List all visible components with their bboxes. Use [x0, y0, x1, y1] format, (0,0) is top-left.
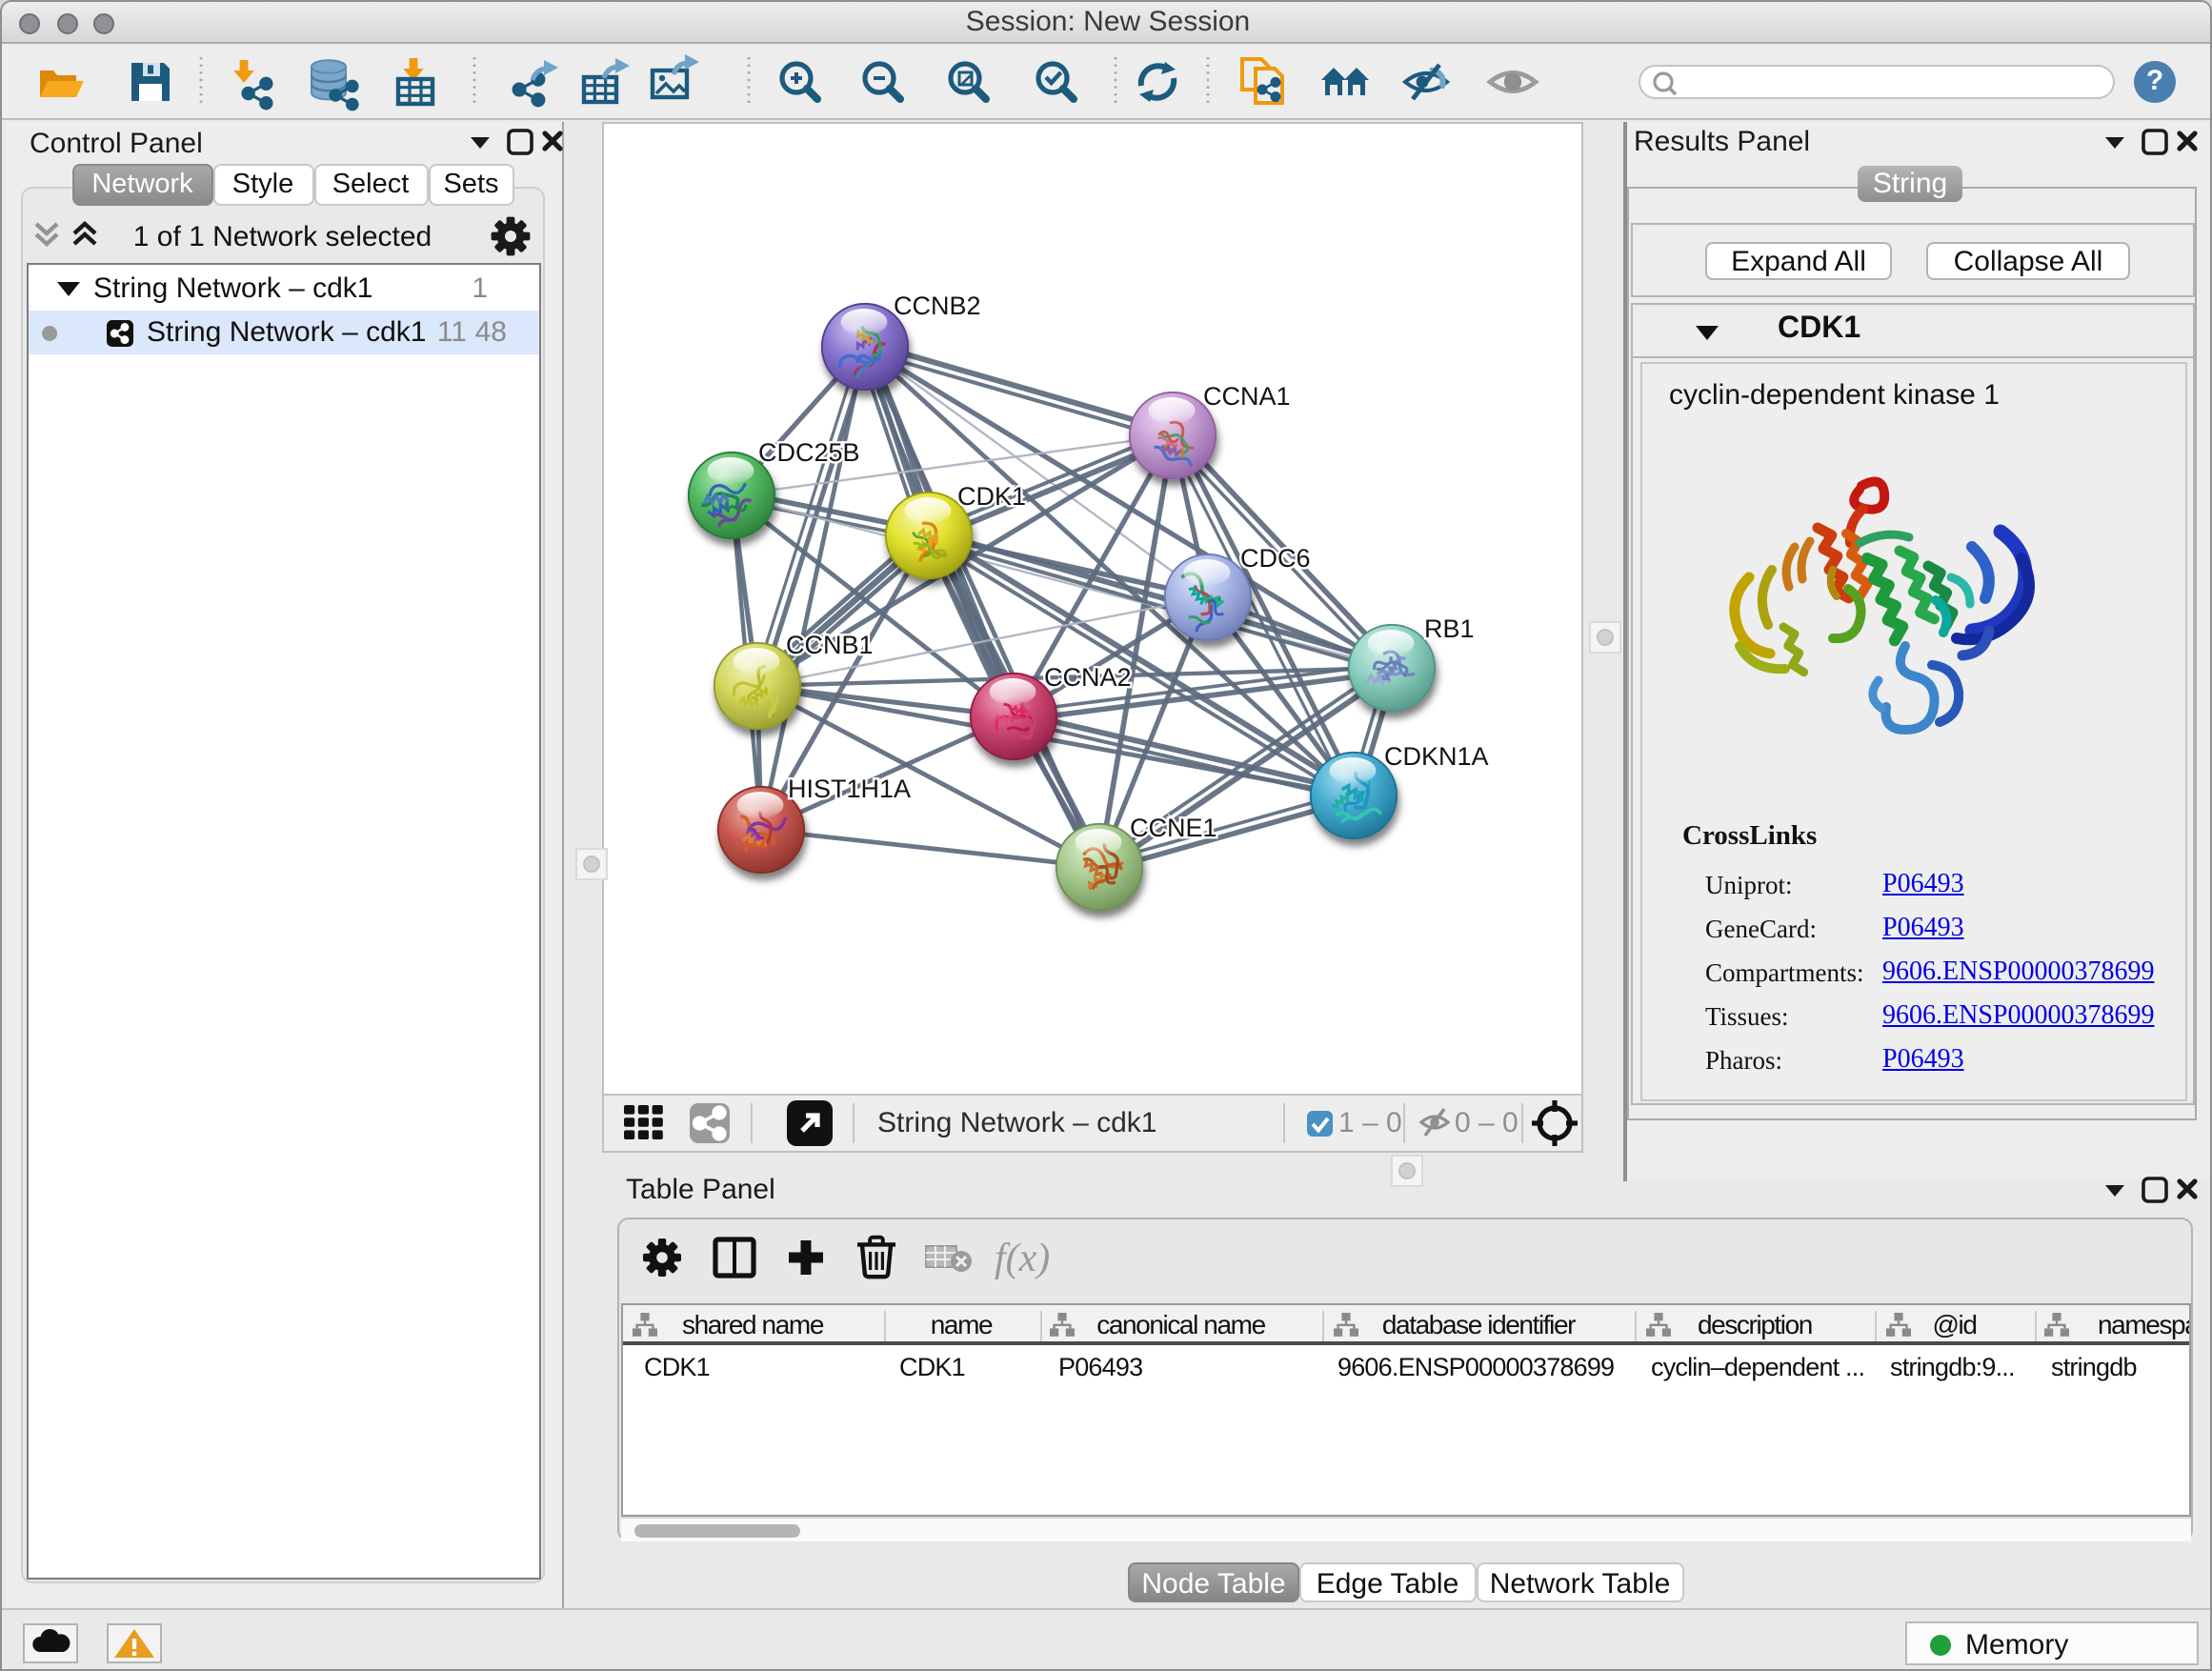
svg-text:CCNA1: CCNA1 [1202, 382, 1290, 411]
svg-text:f(x): f(x) [994, 1236, 1049, 1279]
svg-text:CDKN1A: CDKN1A [1383, 742, 1488, 771]
svg-text:CDC6: CDC6 [1239, 544, 1310, 573]
svg-text:CDC25B: CDC25B [757, 438, 859, 467]
svg-text:RB1: RB1 [1423, 614, 1474, 643]
svg-text:CCNB2: CCNB2 [893, 292, 980, 320]
svg-text:CCNE1: CCNE1 [1129, 814, 1217, 842]
svg-text:HIST1H1A: HIST1H1A [787, 775, 910, 803]
svg-text:CDK1: CDK1 [956, 482, 1025, 511]
svg-text:CCNB1: CCNB1 [785, 631, 873, 659]
svg-text:CCNA2: CCNA2 [1043, 663, 1131, 692]
